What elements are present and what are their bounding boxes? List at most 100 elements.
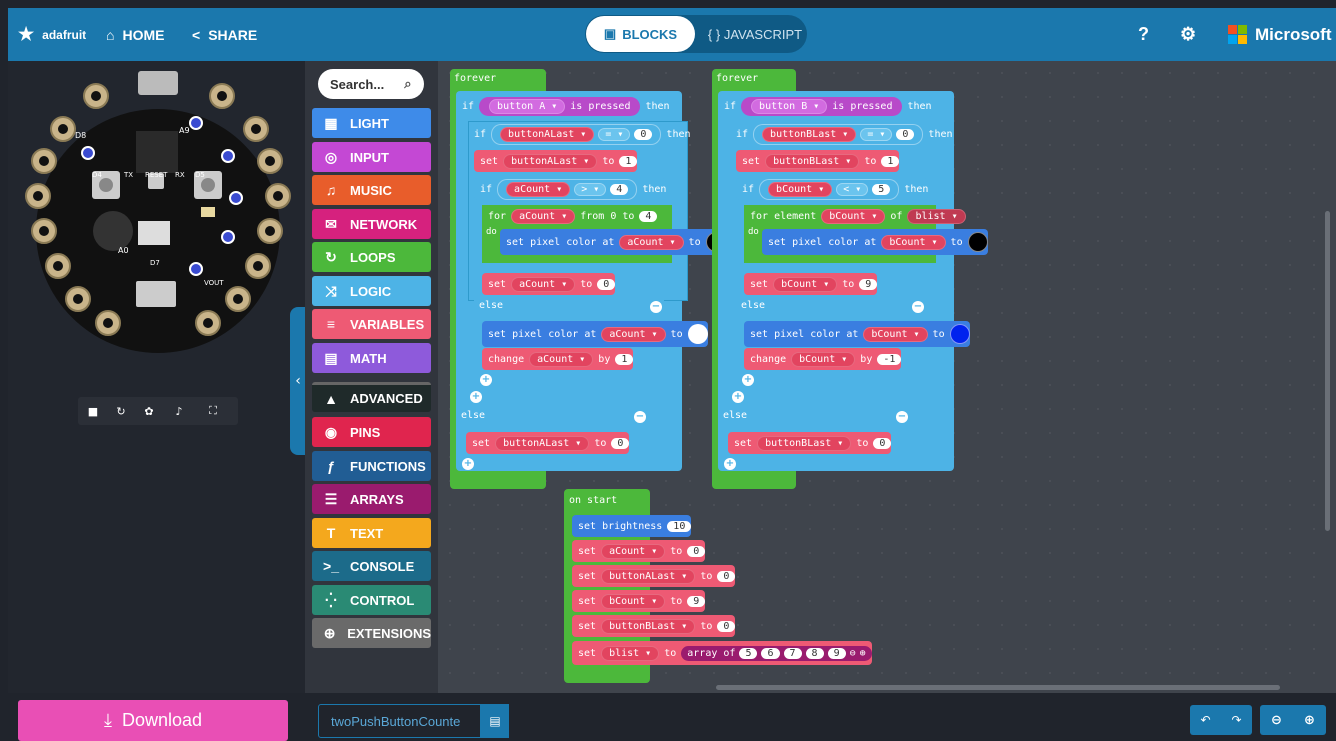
variable-dropdown[interactable]: buttonBLast ▾ (757, 435, 852, 451)
category-variables[interactable]: ≡ VARIABLES (312, 309, 431, 339)
redo-icon[interactable]: ↷ (1231, 713, 1241, 727)
variable-dropdown[interactable]: buttonALast ▾ (601, 568, 696, 584)
number-field[interactable]: 0 (687, 545, 706, 557)
category-control[interactable]: ⁛ CONTROL (312, 585, 431, 615)
minus-icon[interactable]: ⊖ (850, 648, 856, 659)
operator-dropdown[interactable]: > ▾ (574, 182, 607, 196)
category-math[interactable]: ▤ MATH (312, 343, 431, 373)
download-button[interactable]: ⤓ Download (18, 700, 288, 741)
set-pixel-color-block[interactable]: set pixel color at aCount ▾ to (482, 321, 708, 347)
set-variable-block[interactable]: set bCount ▾ to 9 (744, 273, 878, 295)
minus-icon[interactable]: − (912, 301, 924, 313)
variable-dropdown[interactable]: bCount ▾ (768, 181, 833, 197)
category-pins[interactable]: ◉ PINS (312, 417, 431, 447)
change-variable-block[interactable]: change aCount ▾ by 1 (482, 348, 634, 370)
fullscreen-button[interactable]: ⛶ (200, 400, 226, 422)
number-field[interactable]: 0 (717, 570, 736, 582)
variable-dropdown[interactable]: aCount ▾ (601, 326, 666, 342)
category-network[interactable]: ✉ NETWORK (312, 209, 431, 239)
set-variable-block[interactable]: set bCount ▾ to 9 (572, 590, 706, 612)
number-field[interactable]: 0 (873, 437, 892, 449)
color-picker[interactable] (967, 232, 988, 252)
plus-icon[interactable]: + (732, 391, 744, 403)
set-variable-block[interactable]: set aCount ▾ to 0 (572, 540, 706, 562)
variable-dropdown[interactable]: buttonBLast ▾ (601, 618, 696, 634)
undo-icon[interactable]: ↶ (1200, 713, 1210, 727)
plus-icon[interactable]: + (742, 374, 754, 386)
compare-block[interactable]: bCount ▾ < ▾ 5 (759, 178, 900, 200)
variable-dropdown[interactable]: bCount ▾ (791, 351, 856, 367)
category-console[interactable]: >_ CONSOLE (312, 551, 431, 581)
number-field[interactable]: 0 (896, 128, 915, 140)
number-field[interactable]: 5 (739, 647, 758, 659)
compare-block[interactable]: buttonBLast ▾ = ▾ 0 (753, 123, 924, 145)
blocks-workspace[interactable]: forever if button A ▾ is pressed then if … (438, 61, 1336, 693)
set-variable-block[interactable]: set buttonALast ▾ to 0 (572, 565, 736, 587)
restart-button[interactable]: ↻ (108, 400, 134, 422)
number-field[interactable]: 7 (783, 647, 802, 659)
number-field[interactable]: 0 (597, 278, 616, 290)
search-input[interactable]: Search... ⌕ (318, 69, 424, 99)
category-text[interactable]: T TEXT (312, 518, 431, 548)
number-field[interactable]: 1 (619, 155, 638, 167)
plus-icon[interactable]: + (724, 458, 736, 470)
variable-dropdown[interactable]: buttonBLast ▾ (765, 153, 860, 169)
set-variable-block[interactable]: set buttonBLast ▾ to 0 (572, 615, 736, 637)
variable-dropdown[interactable]: bCount ▾ (821, 208, 886, 224)
set-variable-block[interactable]: set buttonALast ▾ to 1 (474, 150, 638, 172)
category-logic[interactable]: ⤨ LOGIC (312, 276, 431, 306)
gear-icon[interactable]: ⚙ (1180, 8, 1196, 61)
color-picker[interactable] (949, 324, 970, 344)
share-button[interactable]: < SHARE (192, 8, 257, 61)
minus-icon[interactable]: − (896, 411, 908, 423)
variable-dropdown[interactable]: buttonALast ▾ (495, 435, 590, 451)
plus-icon[interactable]: + (480, 374, 492, 386)
variable-dropdown[interactable]: buttonBLast ▾ (762, 126, 857, 142)
button-dropdown[interactable]: button A ▾ (489, 98, 566, 114)
variable-dropdown[interactable]: bCount ▾ (881, 234, 946, 250)
number-field[interactable]: -1 (877, 353, 902, 365)
variable-dropdown[interactable]: bCount ▾ (773, 276, 838, 292)
zoom-in-icon[interactable]: ⊕ (1304, 713, 1315, 728)
category-light[interactable]: ▦ LIGHT (312, 108, 431, 138)
nested-if-row[interactable]: if aCount ▾ > ▾ 4 then (474, 178, 667, 200)
list-dropdown[interactable]: blist ▾ (601, 645, 660, 661)
set-pixel-color-block[interactable]: set pixel color at bCount ▾ to (762, 229, 988, 255)
button-pressed-block[interactable]: button A ▾ is pressed (479, 96, 641, 116)
number-field[interactable]: 8 (805, 647, 824, 659)
number-field[interactable]: 1 (881, 155, 900, 167)
category-music[interactable]: ♫ MUSIC (312, 175, 431, 205)
category-extensions[interactable]: ⊕ EXTENSIONS (312, 618, 431, 648)
array-of-block[interactable]: array of 5 6 7 8 9 ⊖ ⊕ (681, 645, 872, 661)
number-field[interactable]: 0 (611, 437, 630, 449)
variable-dropdown[interactable]: aCount ▾ (601, 543, 666, 559)
minus-icon[interactable]: − (650, 301, 662, 313)
variable-dropdown[interactable]: buttonALast ▾ (500, 126, 595, 142)
save-button[interactable]: ▤ (481, 704, 509, 738)
set-variable-block[interactable]: set buttonBLast ▾ to 0 (728, 432, 892, 454)
mute-button[interactable]: ♪ (166, 400, 192, 422)
stop-button[interactable]: ■ (80, 400, 106, 422)
number-field[interactable]: 9 (687, 595, 706, 607)
variable-dropdown[interactable]: bCount ▾ (601, 593, 666, 609)
home-button[interactable]: ⌂ HOME (106, 8, 164, 61)
variable-dropdown[interactable]: aCount ▾ (511, 208, 576, 224)
plus-icon[interactable]: + (470, 391, 482, 403)
operator-dropdown[interactable]: = ▾ (860, 127, 893, 141)
zoom-out-icon[interactable]: ⊖ (1271, 713, 1282, 728)
number-field[interactable]: 6 (761, 647, 780, 659)
number-field[interactable]: 4 (639, 210, 658, 222)
compare-block[interactable]: aCount ▾ > ▾ 4 (497, 178, 638, 200)
variable-dropdown[interactable]: aCount ▾ (506, 181, 571, 197)
horizontal-scrollbar[interactable] (716, 685, 1280, 690)
project-name-input[interactable]: twoPushButtonCounte (318, 704, 481, 738)
adafruit-logo[interactable]: ★ adafruit (18, 8, 86, 61)
category-loops[interactable]: ↻ LOOPS (312, 242, 431, 272)
set-variable-block[interactable]: set aCount ▾ to 0 (482, 273, 616, 295)
number-field[interactable]: 0 (634, 128, 653, 140)
category-advanced[interactable]: ▲ ADVANCED (312, 382, 431, 412)
vertical-scrollbar[interactable] (1325, 211, 1330, 531)
variable-dropdown[interactable]: bCount ▾ (863, 326, 928, 342)
set-list-block[interactable]: set blist ▾ to array of 5 6 7 8 9 ⊖ ⊕ (572, 641, 872, 665)
button-pressed-block[interactable]: button B ▾ is pressed (741, 96, 903, 116)
